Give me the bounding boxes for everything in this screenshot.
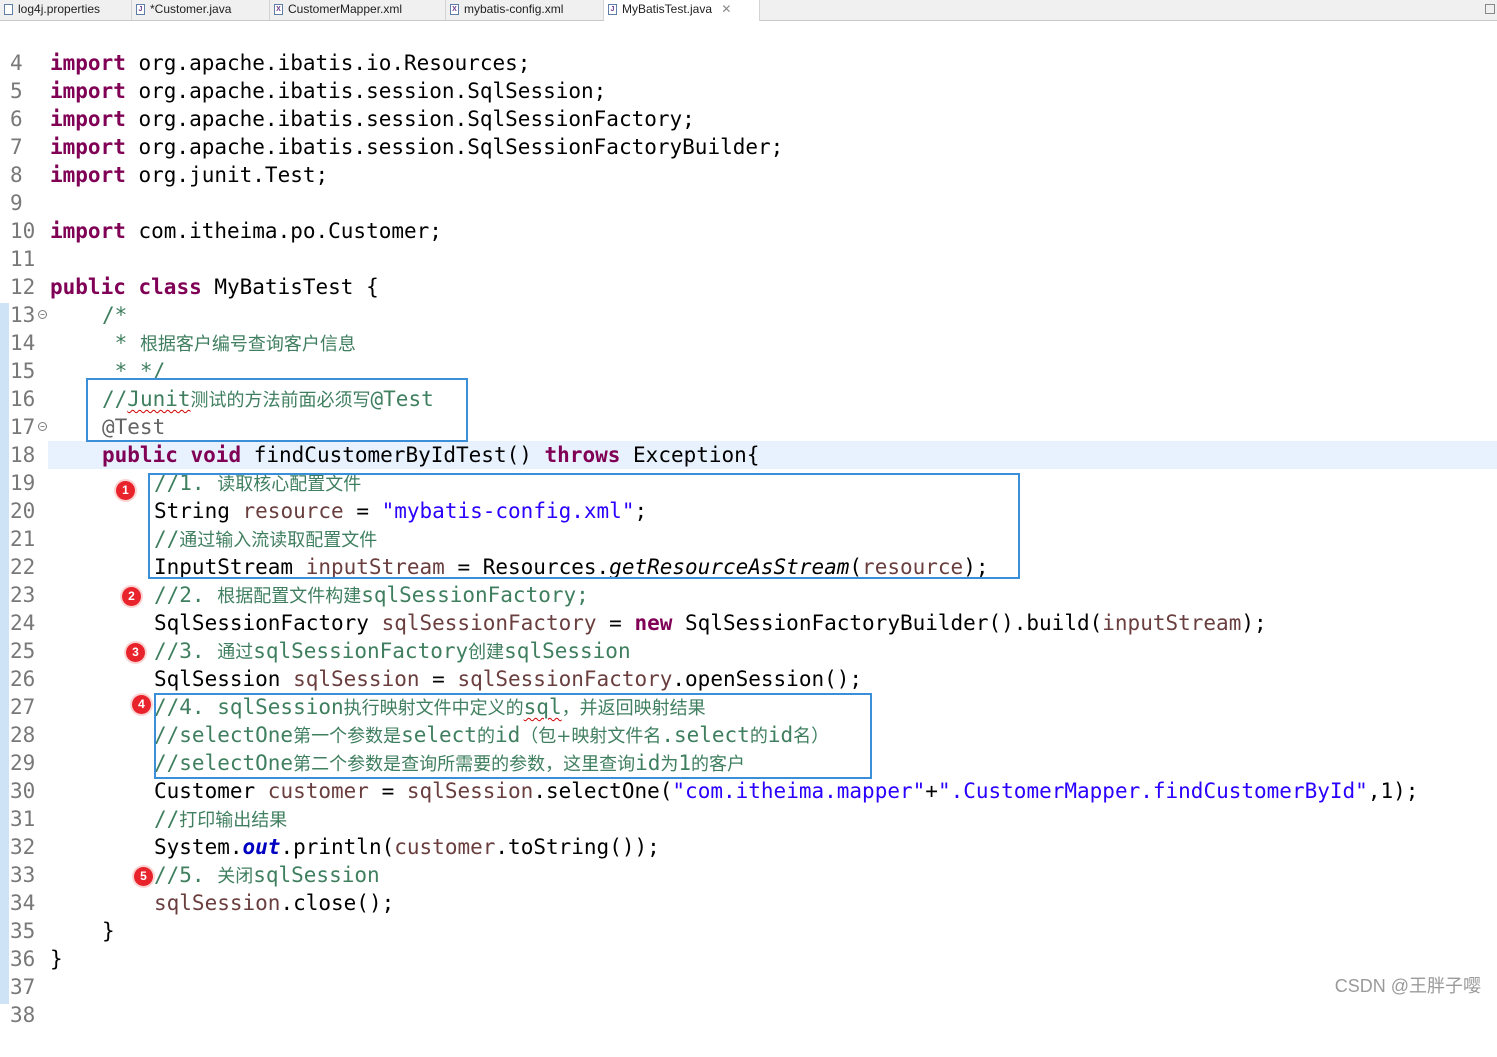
code-text: SqlSession sqlSession = sqlSessionFactor… — [154, 667, 863, 691]
code-line: 38 — [0, 973, 1497, 1027]
editor-tab-bar: log4j.properties J *Customer.java X Cust… — [0, 0, 1497, 21]
fold-collapse-icon[interactable]: − — [38, 422, 47, 431]
code-line: 35 sqlSession.close(); — [0, 889, 1497, 943]
code-comment: /* — [102, 303, 128, 327]
step-marker-4: 4 — [132, 695, 151, 714]
code-line: 37 } — [0, 945, 1497, 999]
xml-file-icon: X — [274, 4, 283, 15]
code-line: 19 public void findCustomerByIdTest() th… — [0, 441, 1497, 495]
code-comment: * 根据客户编号查询客户信息 — [102, 331, 356, 355]
code-line: 10 — [0, 189, 1497, 243]
code-line: 14 − /* — [0, 301, 1497, 355]
tab-label: MyBatisTest.java — [622, 2, 713, 16]
code-text: import org.apache.ibatis.session.SqlSess… — [50, 79, 607, 103]
tab-mybatistest-java[interactable]: J MyBatisTest.java ✕ — [604, 0, 760, 21]
code-text: Customer customer = sqlSession.selectOne… — [154, 779, 1419, 803]
tab-label: *Customer.java — [150, 2, 232, 16]
code-line: 4 — [0, 21, 1497, 75]
code-comment: //2. 根据配置文件构建sqlSessionFactory; — [154, 583, 589, 607]
code-text: } — [50, 947, 63, 971]
code-line: 6 import org.apache.ibatis.session.SqlSe… — [0, 77, 1497, 131]
code-line: 25 SqlSessionFactory sqlSessionFactory =… — [0, 609, 1497, 663]
tab-label: mybatis-config.xml — [464, 2, 564, 16]
code-text: SqlSessionFactory sqlSessionFactory = ne… — [154, 611, 1267, 635]
code-line: 27 SqlSession sqlSession = sqlSessionFac… — [0, 665, 1497, 719]
code-line: 8 import org.apache.ibatis.session.SqlSe… — [0, 133, 1497, 187]
fold-collapse-icon[interactable]: − — [38, 310, 47, 319]
code-text: sqlSession.close(); — [154, 891, 395, 915]
java-file-icon: J — [136, 4, 145, 15]
code-text: public class MyBatisTest { — [50, 275, 379, 299]
code-line: 12 — [0, 245, 1497, 299]
code-text: public void findCustomerByIdTest() throw… — [102, 443, 760, 467]
code-text: import org.apache.ibatis.session.SqlSess… — [50, 107, 695, 131]
code-text: System.out.println(customer.toString()); — [154, 835, 660, 859]
code-line: 34 //5. 关闭sqlSession — [0, 861, 1497, 915]
code-comment: //3. 通过sqlSessionFactory创建sqlSession — [154, 639, 631, 663]
code-text: } — [102, 919, 115, 943]
highlight-box-step-4 — [154, 693, 872, 779]
code-line: 36 } — [0, 917, 1497, 971]
step-marker-2: 2 — [122, 587, 141, 606]
code-line: 31 Customer customer = sqlSession.select… — [0, 777, 1497, 831]
code-line: 32 //打印输出结果 — [0, 805, 1497, 859]
code-text: import org.apache.ibatis.session.SqlSess… — [50, 135, 784, 159]
code-text: import org.junit.Test; — [50, 163, 329, 187]
code-text: import com.itheima.po.Customer; — [50, 219, 442, 243]
code-comment: //5. 关闭sqlSession — [154, 863, 380, 887]
tab-label: log4j.properties — [18, 2, 101, 16]
java-file-icon: J — [608, 4, 617, 15]
line-number: 38 — [10, 1003, 36, 1027]
tab-log4j-properties[interactable]: log4j.properties — [0, 0, 132, 20]
tab-mybatis-config-xml[interactable]: X mybatis-config.xml — [446, 0, 604, 20]
code-line: 9 import org.junit.Test; — [0, 161, 1497, 215]
code-line: 5 import org.apache.ibatis.io.Resources; — [0, 49, 1497, 103]
code-line: 13 public class MyBatisTest { — [0, 273, 1497, 327]
watermark: CSDN @王胖子嘤 — [1334, 976, 1481, 996]
maximize-icon[interactable] — [1485, 4, 1495, 14]
tab-label: CustomerMapper.xml — [288, 2, 403, 16]
code-line: 15 * 根据客户编号查询客户信息 — [0, 329, 1497, 383]
code-line: 33 System.out.println(customer.toString(… — [0, 833, 1497, 887]
highlight-box-step-1 — [148, 473, 1020, 579]
properties-file-icon — [4, 4, 13, 15]
tab-customer-java[interactable]: J *Customer.java — [132, 0, 270, 20]
step-marker-5: 5 — [134, 867, 153, 886]
xml-file-icon: X — [450, 4, 459, 15]
close-icon[interactable]: ✕ — [721, 2, 731, 16]
code-line: 11 import com.itheima.po.Customer; — [0, 217, 1497, 271]
code-line: 7 import org.apache.ibatis.session.SqlSe… — [0, 105, 1497, 159]
highlight-box-junit — [86, 378, 468, 442]
tab-customermapper-xml[interactable]: X CustomerMapper.xml — [270, 0, 446, 20]
step-marker-3: 3 — [126, 643, 145, 662]
code-line: 26 //3. 通过sqlSessionFactory创建sqlSession — [0, 637, 1497, 691]
step-marker-1: 1 — [116, 481, 135, 500]
code-line: 24 //2. 根据配置文件构建sqlSessionFactory; — [0, 581, 1497, 635]
code-comment: //打印输出结果 — [154, 807, 288, 831]
code-text: import org.apache.ibatis.io.Resources; — [50, 51, 531, 75]
